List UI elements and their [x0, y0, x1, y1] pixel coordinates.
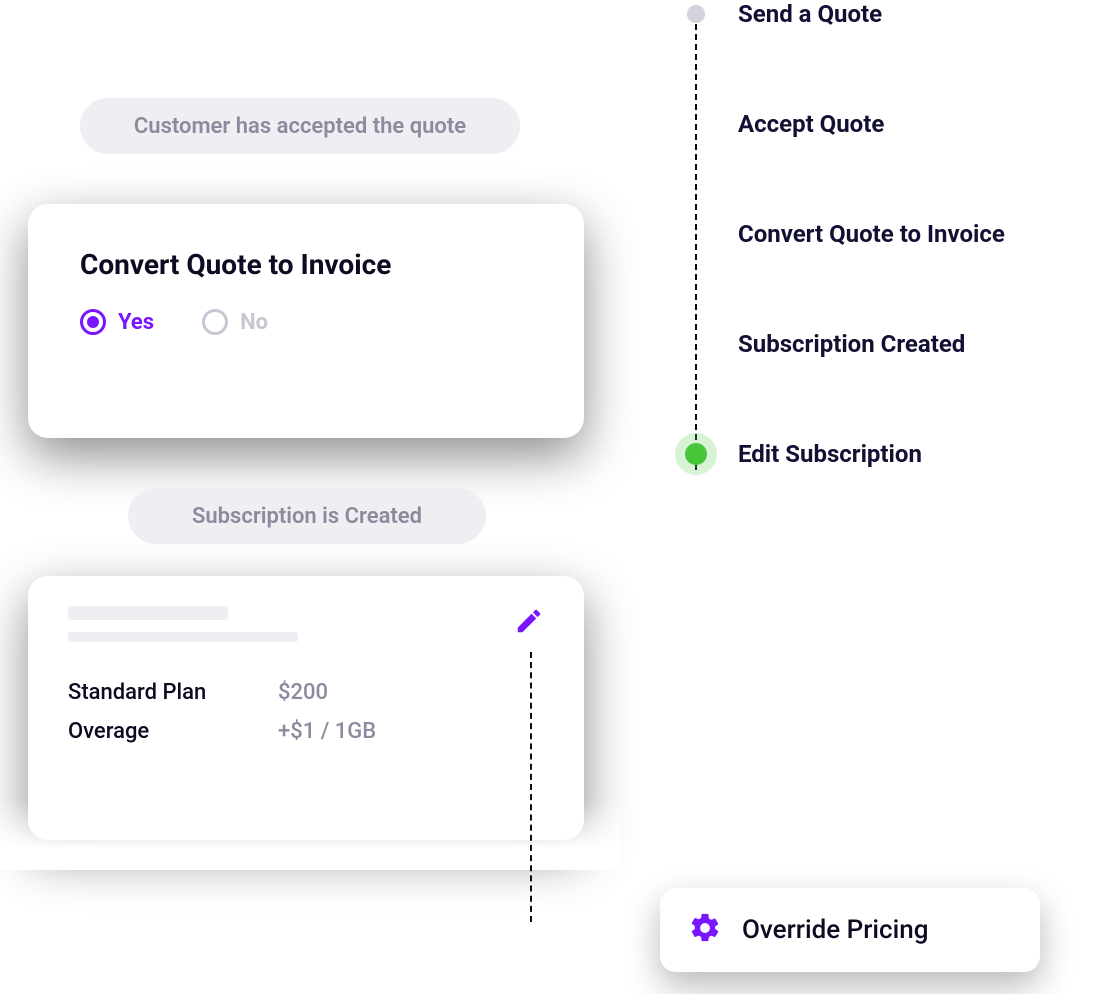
plan-row-label: Overage [68, 719, 278, 744]
status-pill-accepted: Customer has accepted the quote [80, 98, 520, 154]
timeline-label: Edit Subscription [738, 440, 922, 468]
timeline-item-convert-quote: Convert Quote to Invoice [680, 220, 1100, 248]
convert-quote-radio-group: Yes No [80, 309, 532, 335]
timeline-dot-active [685, 443, 707, 465]
timeline-dot [687, 5, 705, 23]
plan-row-value: +$1 / 1GB [278, 719, 544, 744]
pencil-icon[interactable] [514, 606, 544, 640]
plan-grid: Standard Plan $200 Overage +$1 / 1GB [68, 680, 544, 744]
timeline-label: Send a Quote [738, 0, 882, 28]
plan-row-label: Standard Plan [68, 680, 278, 705]
status-pill-label: Subscription is Created [192, 504, 422, 529]
timeline-label: Convert Quote to Invoice [738, 220, 1005, 248]
radio-yes-label: Yes [118, 310, 154, 335]
gear-icon [688, 911, 722, 949]
subscription-card: Standard Plan $200 Overage +$1 / 1GB [28, 576, 584, 840]
radio-yes-circle [80, 309, 106, 335]
convert-quote-title: Convert Quote to Invoice [80, 248, 532, 281]
radio-yes[interactable]: Yes [80, 309, 154, 335]
connector-line [530, 652, 532, 922]
timeline: Send a Quote Accept Quote Convert Quote … [680, 0, 1100, 550]
radio-no[interactable]: No [202, 309, 268, 335]
plan-row-value: $200 [278, 680, 544, 705]
timeline-item-accept-quote: Accept Quote [680, 110, 1100, 138]
convert-quote-card: Convert Quote to Invoice Yes No [28, 204, 584, 438]
timeline-label: Accept Quote [738, 110, 884, 138]
timeline-item-subscription-created: Subscription Created [680, 330, 1100, 358]
radio-no-label: No [240, 310, 268, 335]
override-pricing-card[interactable]: Override Pricing [660, 888, 1040, 972]
timeline-item-send-quote: Send a Quote [680, 0, 1100, 28]
override-pricing-label: Override Pricing [742, 915, 928, 945]
timeline-label: Subscription Created [738, 330, 965, 358]
status-pill-label: Customer has accepted the quote [134, 114, 466, 139]
status-pill-subscription-created: Subscription is Created [128, 488, 486, 544]
subscription-header-skeleton [68, 606, 502, 654]
radio-no-circle [202, 309, 228, 335]
timeline-item-edit-subscription: Edit Subscription [680, 440, 1100, 468]
